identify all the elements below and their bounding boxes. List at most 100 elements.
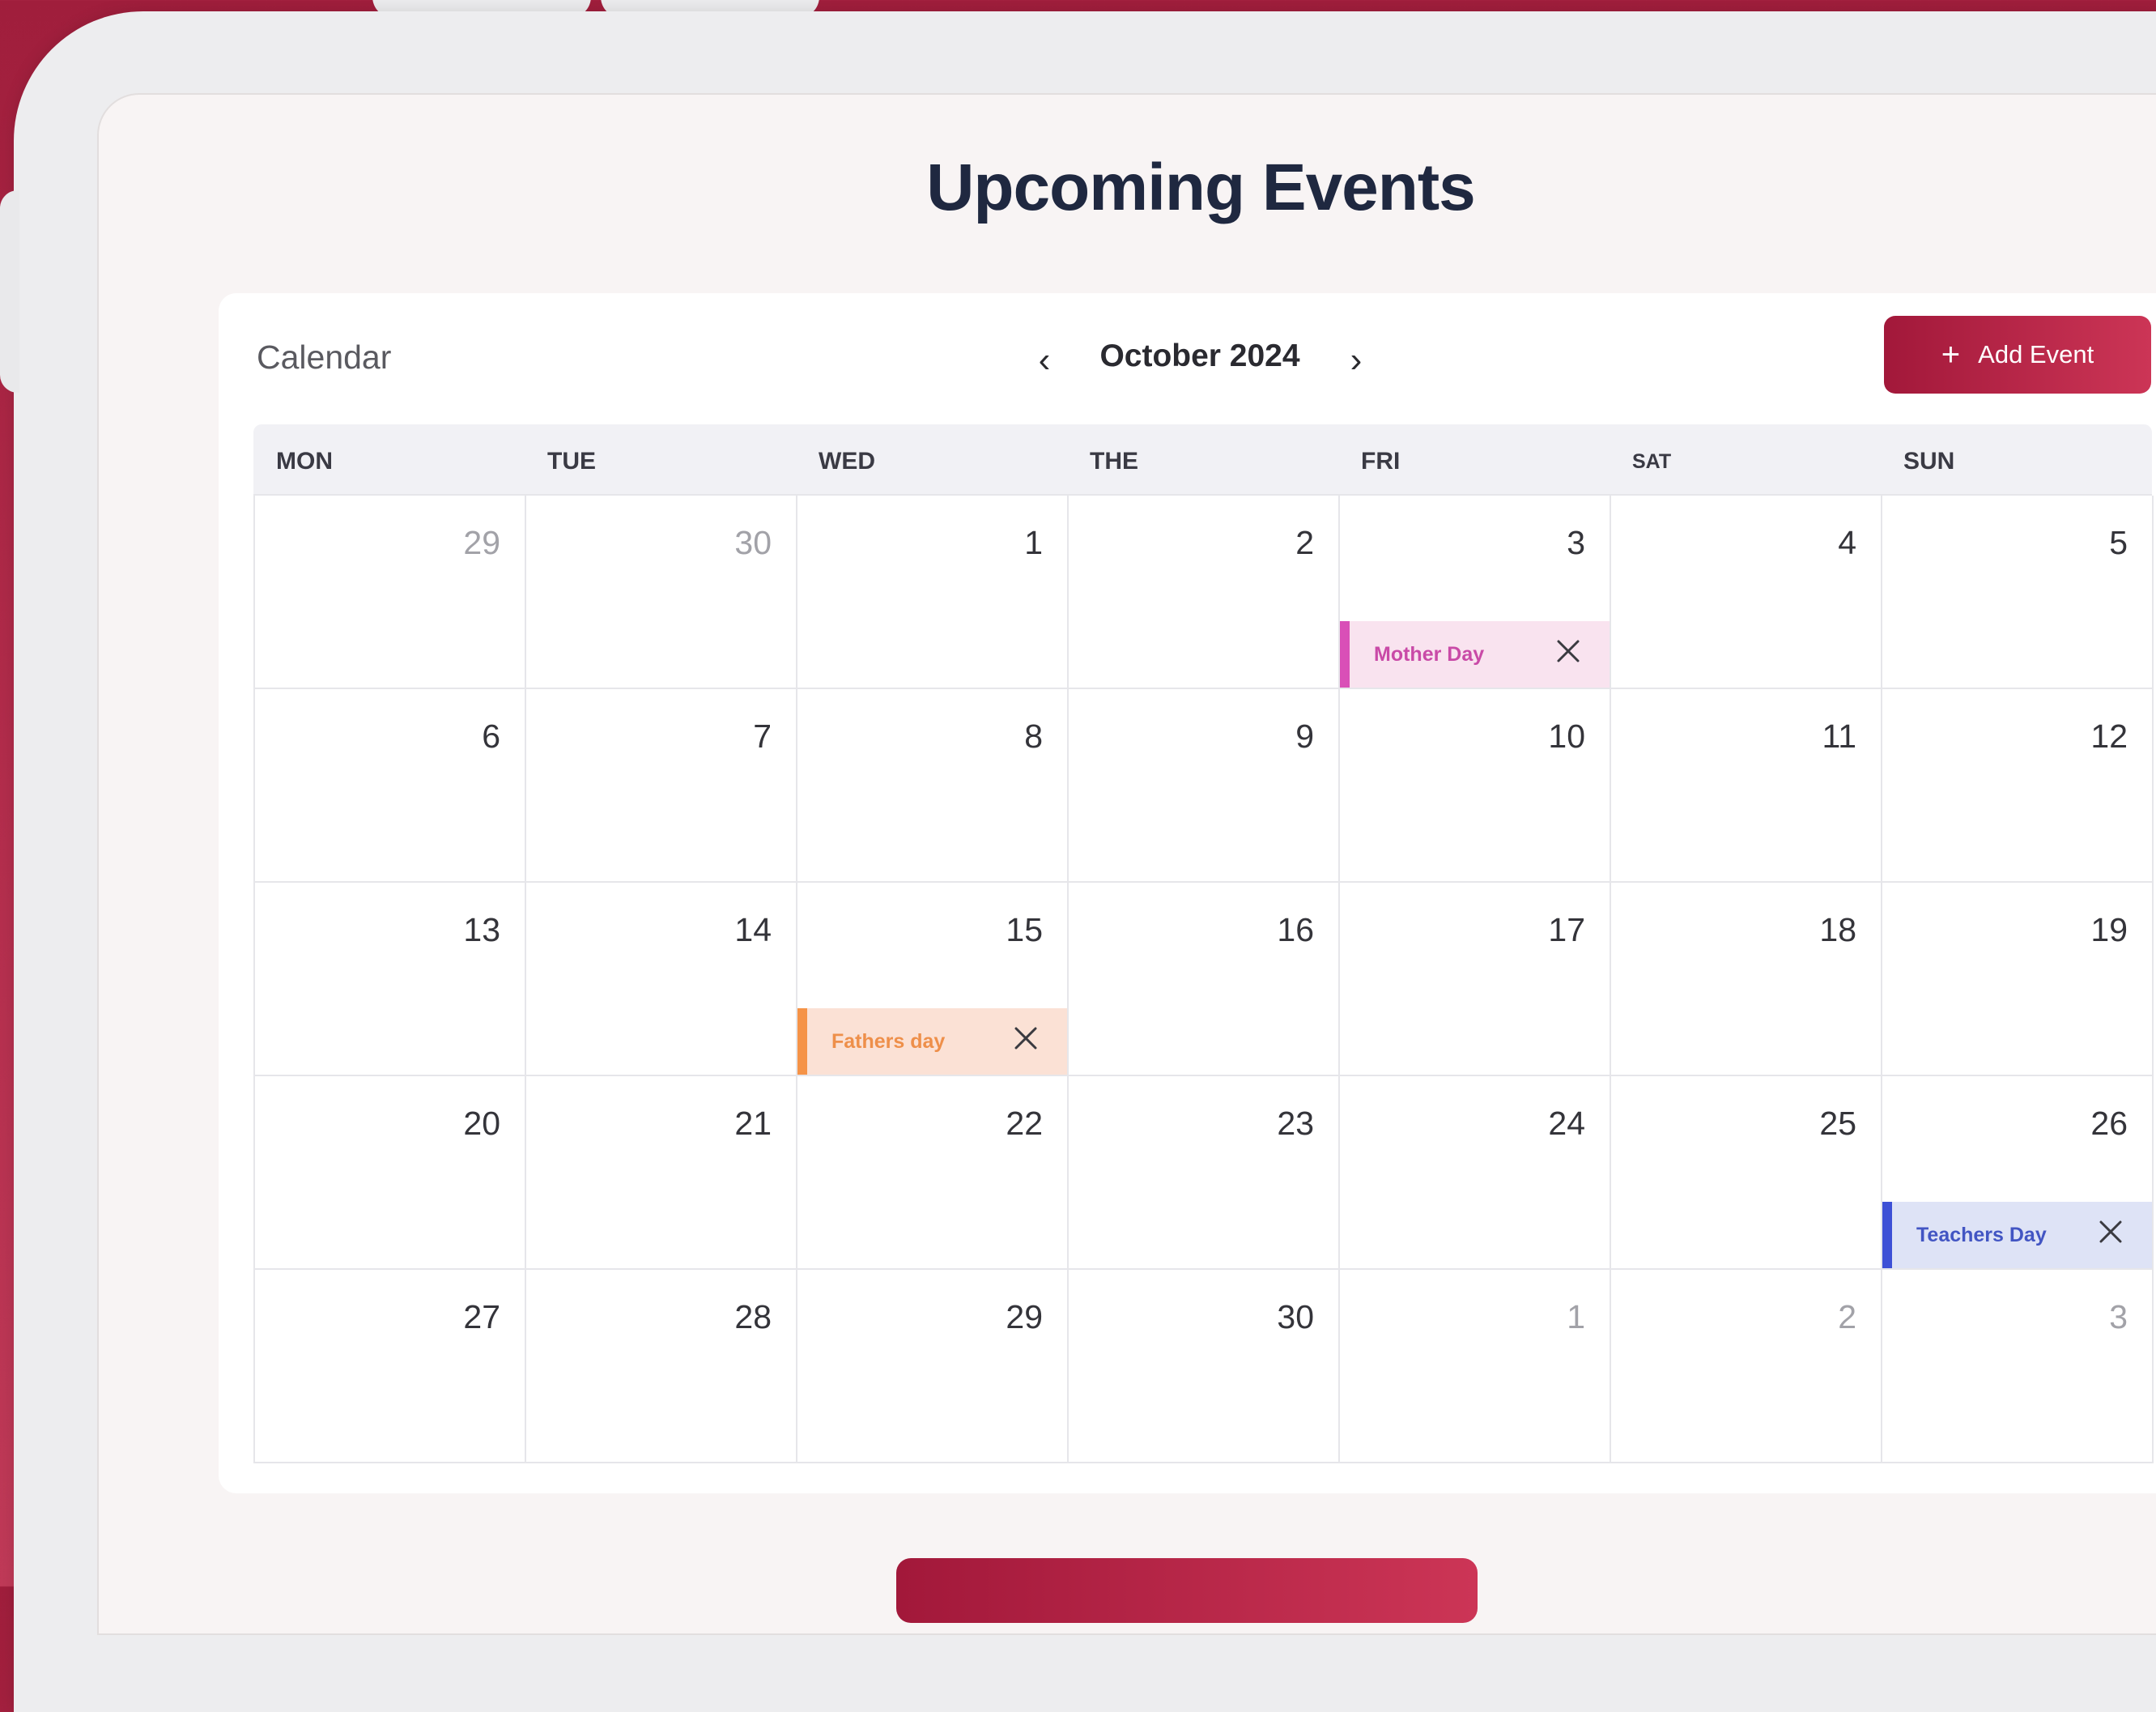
weekday-sun: SUN [1903,448,1955,475]
day-number: 9 [1295,718,1314,755]
weekday-wed: WED [819,448,875,475]
calendar-days: 29 30 1 2 3 Mother Day 4 5 6 7 8 9 10 11 12 13 14 15 Fathe… [253,494,2154,1463]
calendar-day-cell[interactable]: 30 [526,496,797,689]
day-number: 1 [1024,524,1043,561]
chevron-right-icon: › [1350,340,1363,380]
day-number: 29 [1006,1298,1043,1335]
calendar-day-cell[interactable]: 24 [1340,1076,1611,1270]
calendar-day-cell[interactable]: 21 [526,1076,797,1270]
calendar-day-cell[interactable]: 13 [255,883,526,1076]
calendar-label: Calendar [257,339,392,376]
calendar-day-cell[interactable]: 27 [255,1270,526,1463]
weekday-the: THE [1090,448,1138,475]
add-event-label: Add Event [1978,340,2094,368]
calendar-day-cell[interactable]: 9 [1069,689,1340,883]
event-title: Teachers Day [1916,1223,2047,1246]
calendar-day-cell[interactable]: 30 [1069,1270,1340,1463]
day-number: 10 [1548,718,1585,755]
day-number: 29 [463,524,500,561]
calendar-day-cell[interactable]: 19 [1882,883,2154,1076]
calendar-day-cell[interactable]: 1 [797,496,1069,689]
calendar-day-cell[interactable]: 23 [1069,1076,1340,1270]
close-icon[interactable] [1012,1024,1040,1052]
next-month-button[interactable]: › [1336,336,1376,385]
prev-month-button[interactable]: ‹ [1024,336,1065,385]
bottom-action-button[interactable] [896,1558,1478,1623]
day-number: 5 [2109,524,2128,561]
close-icon[interactable] [2097,1218,2124,1246]
calendar-day-cell[interactable]: 4 [1611,496,1882,689]
calendar-day-cell[interactable]: 20 [255,1076,526,1270]
day-number: 24 [1548,1105,1585,1142]
calendar-day-cell[interactable]: 22 [797,1076,1069,1270]
calendar-day-cell[interactable]: 2 [1069,496,1340,689]
calendar-day-cell[interactable]: 7 [526,689,797,883]
calendar-day-cell[interactable]: 11 [1611,689,1882,883]
day-number: 23 [1277,1105,1314,1142]
page-title: Upcoming Events [926,151,1476,224]
day-number: 22 [1006,1105,1043,1142]
weekday-sat: SAT [1632,450,1672,473]
day-number: 15 [1006,911,1043,948]
day-number: 7 [753,718,772,755]
calendar-day-cell[interactable]: 8 [797,689,1069,883]
close-icon[interactable] [1554,637,1582,665]
day-number: 16 [1277,911,1314,948]
day-number: 26 [2090,1105,2128,1142]
day-number: 18 [1819,911,1856,948]
calendar-day-cell[interactable]: 3 [1882,1270,2154,1463]
day-number: 4 [1838,524,1856,561]
calendar-day-cell[interactable]: 2 [1611,1270,1882,1463]
day-number: 2 [1295,524,1314,561]
calendar-day-cell[interactable]: 12 [1882,689,2154,883]
weekday-fri: FRI [1361,448,1401,475]
calendar-day-cell[interactable]: 18 [1611,883,1882,1076]
calendar-day-cell[interactable]: 5 [1882,496,2154,689]
day-number: 28 [734,1298,772,1335]
day-number: 20 [463,1105,500,1142]
calendar-day-cell[interactable]: 16 [1069,883,1340,1076]
calendar-day-cell[interactable]: 1 [1340,1270,1611,1463]
day-number: 25 [1819,1105,1856,1142]
calendar-day-cell[interactable]: 14 [526,883,797,1076]
event-chip[interactable]: Mother Day [1340,621,1610,688]
day-number: 14 [734,911,772,948]
calendar-day-cell[interactable]: 29 [797,1270,1069,1463]
day-number: 1 [1567,1298,1585,1335]
weekday-tue: TUE [547,448,596,475]
day-number: 3 [1567,524,1585,561]
event-title: Fathers day [831,1029,946,1053]
weekday-mon: MON [276,448,333,475]
chevron-left-icon: ‹ [1038,340,1051,380]
calendar-day-cell[interactable]: 3 Mother Day [1340,496,1611,689]
day-number: 30 [734,524,772,561]
add-event-button[interactable]: + Add Event [1884,316,2151,394]
calendar-day-cell[interactable]: 28 [526,1270,797,1463]
day-number: 3 [2109,1298,2128,1335]
event-title: Mother Day [1374,642,1485,666]
day-number: 27 [463,1298,500,1335]
calendar-day-cell[interactable]: 10 [1340,689,1611,883]
calendar-day-cell[interactable]: 17 [1340,883,1611,1076]
calendar-day-cell[interactable]: 15 Fathers day [797,883,1069,1076]
calendar-day-cell[interactable]: 29 [255,496,526,689]
plus-icon: + [1941,337,1961,373]
day-number: 19 [2090,911,2128,948]
day-number: 6 [482,718,500,755]
event-chip[interactable]: Teachers Day [1882,1202,2152,1268]
day-number: 11 [1822,718,1856,755]
calendar-day-cell[interactable]: 25 [1611,1076,1882,1270]
weekday-header: MON TUE WED THE FRI SAT SUN [253,424,2152,494]
day-number: 8 [1024,718,1043,755]
day-number: 17 [1548,911,1585,948]
day-number: 12 [2090,718,2128,755]
day-number: 13 [463,911,500,948]
calendar-grid: MON TUE WED THE FRI SAT SUN 29 30 1 2 3 Mother Day 4… [253,424,2154,1463]
day-number: 21 [734,1105,772,1142]
calendar-day-cell[interactable]: 6 [255,689,526,883]
current-month: October 2024 [1099,339,1300,373]
event-chip[interactable]: Fathers day [797,1008,1067,1075]
day-number: 30 [1277,1298,1314,1335]
day-number: 2 [1838,1298,1856,1335]
calendar-day-cell[interactable]: 26 Teachers Day [1882,1076,2154,1270]
